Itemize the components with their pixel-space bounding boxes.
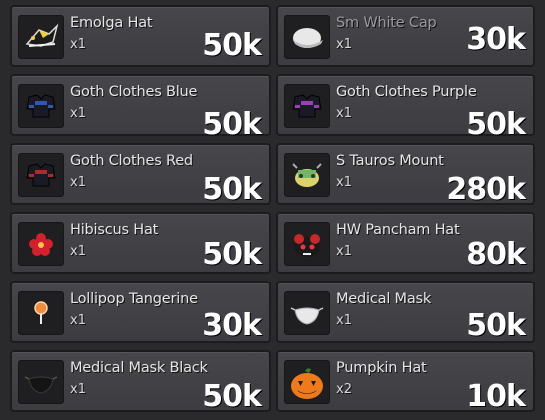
medical-mask-icon: [284, 291, 330, 335]
item-quantity: x1: [336, 37, 352, 52]
item-card[interactable]: Lollipop Tangerine x1 30k: [10, 281, 271, 343]
pancham-hat-icon: [284, 222, 330, 266]
item-quantity: x1: [70, 382, 86, 397]
item-quantity: x1: [336, 106, 352, 121]
item-quantity: x2: [336, 382, 352, 397]
tauros-mount-icon: [284, 153, 330, 197]
item-card[interactable]: Goth Clothes Red x1 50k: [10, 143, 271, 205]
item-price: 10k: [466, 379, 526, 414]
item-price: 50k: [466, 308, 526, 343]
item-name: Pumpkin Hat: [336, 360, 427, 376]
item-price: 50k: [202, 107, 262, 142]
item-grid: Emolga Hat x1 50k Sm White Cap x1 30k Goth Clo…: [0, 0, 545, 420]
item-quantity: x1: [70, 37, 86, 52]
hibiscus-hat-icon: [18, 222, 64, 266]
item-price: 30k: [466, 22, 526, 57]
item-name: Emolga Hat: [70, 15, 153, 31]
item-card[interactable]: Goth Clothes Purple x1 50k: [276, 74, 535, 140]
item-name: Medical Mask Black: [70, 360, 208, 376]
item-price: 30k: [202, 308, 262, 343]
item-quantity: x1: [70, 106, 86, 121]
item-card[interactable]: S Tauros Mount x1 280k: [276, 143, 535, 205]
item-quantity: x1: [70, 175, 86, 190]
item-card[interactable]: Goth Clothes Blue x1 50k: [10, 74, 271, 140]
lollipop-icon: [18, 291, 64, 335]
item-name: Sm White Cap: [336, 15, 437, 31]
goth-clothes-red-icon: [18, 153, 64, 197]
item-price: 50k: [202, 28, 262, 63]
item-price: 80k: [466, 237, 526, 272]
item-quantity: x1: [336, 175, 352, 190]
item-price: 50k: [202, 379, 262, 414]
item-quantity: x1: [336, 244, 352, 259]
item-price: 50k: [202, 237, 262, 272]
item-name: Goth Clothes Blue: [70, 84, 198, 100]
item-price: 280k: [446, 172, 526, 207]
item-name: S Tauros Mount: [336, 153, 444, 169]
item-card[interactable]: Medical Mask Black x1 50k: [10, 350, 271, 412]
goth-clothes-blue-icon: [18, 84, 64, 128]
item-quantity: x1: [70, 313, 86, 328]
item-card[interactable]: Emolga Hat x1 50k: [10, 5, 271, 67]
pumpkin-hat-icon: [284, 360, 330, 404]
item-name: Lollipop Tangerine: [70, 291, 198, 307]
item-quantity: x1: [70, 244, 86, 259]
item-name: Hibiscus Hat: [70, 222, 159, 238]
white-cap-icon: [284, 15, 330, 59]
medical-mask-black-icon: [18, 360, 64, 404]
item-price: 50k: [466, 107, 526, 142]
item-card[interactable]: Hibiscus Hat x1 50k: [10, 212, 271, 274]
item-price: 50k: [202, 172, 262, 207]
item-name: HW Pancham Hat: [336, 222, 460, 238]
emolga-hat-icon: [18, 15, 64, 59]
item-name: Goth Clothes Purple: [336, 84, 477, 100]
item-card[interactable]: Pumpkin Hat x2 10k: [276, 350, 535, 412]
goth-clothes-purple-icon: [284, 84, 330, 128]
item-name: Medical Mask: [336, 291, 432, 307]
item-quantity: x1: [336, 313, 352, 328]
item-card[interactable]: Medical Mask x1 50k: [276, 281, 535, 343]
item-card[interactable]: Sm White Cap x1 30k: [276, 5, 535, 67]
item-name: Goth Clothes Red: [70, 153, 193, 169]
item-card[interactable]: HW Pancham Hat x1 80k: [276, 212, 535, 274]
